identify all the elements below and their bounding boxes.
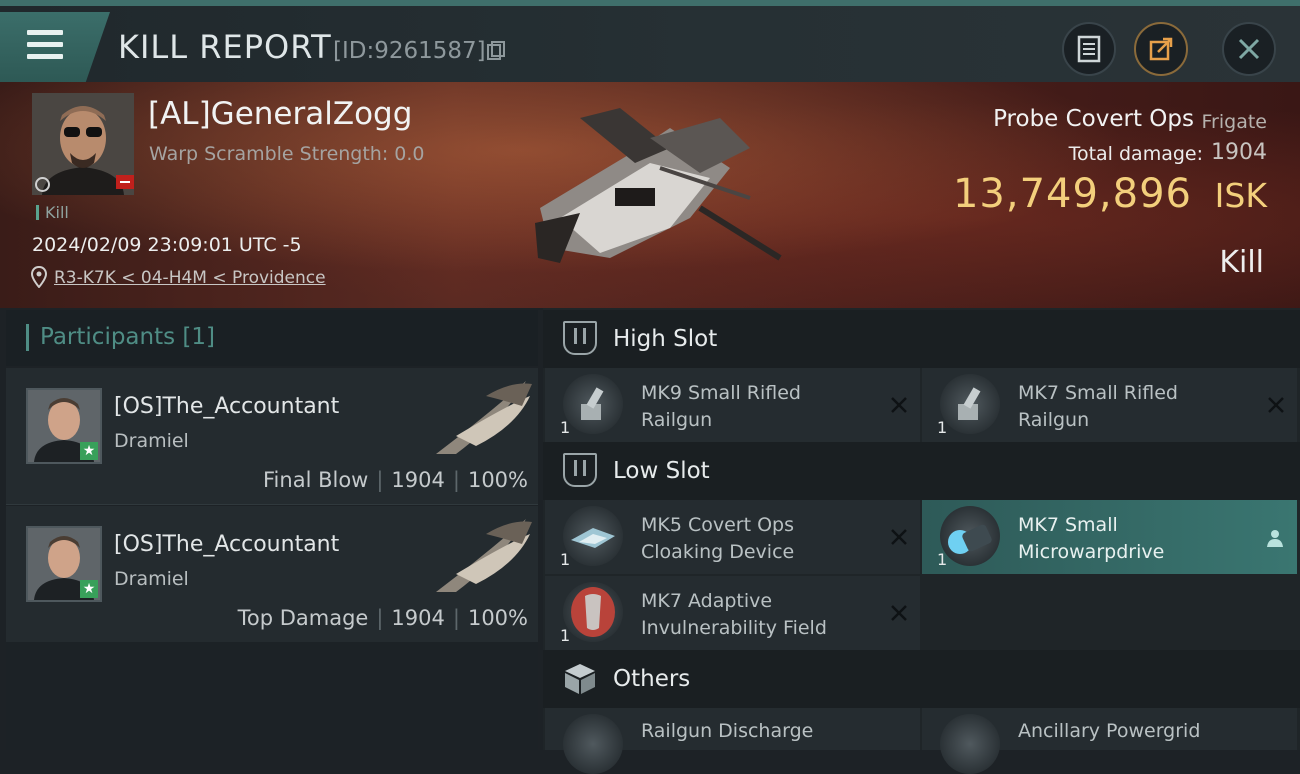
railgun-icon xyxy=(563,374,623,434)
menu-icon-bar xyxy=(27,54,63,59)
participant-percent: 100% xyxy=(467,468,528,492)
cloaking-device-icon xyxy=(563,506,623,566)
module-item[interactable]: 1 MK9 Small Rifled Railgun xyxy=(545,368,920,442)
participants-empty-area xyxy=(6,642,538,750)
participant-card[interactable]: ★ [OS]The_Accountant Dramiel Top Damage |… xyxy=(6,506,538,643)
victim-name[interactable]: [AL]GeneralZogg xyxy=(148,96,412,132)
standing-badge xyxy=(116,175,134,189)
participant-role: Top Damage xyxy=(237,606,369,630)
module-name: MK9 Small Rifled Railgun xyxy=(641,382,801,431)
menu-button[interactable] xyxy=(0,12,110,82)
high-slot-icon xyxy=(563,321,597,355)
module-qty: 1 xyxy=(560,626,571,645)
participants-header[interactable]: Participants [1] xyxy=(6,310,538,366)
others-label: Others xyxy=(613,666,691,692)
close-icon xyxy=(1238,38,1260,60)
total-damage-label: Total damage: xyxy=(1068,143,1203,165)
microwarpdrive-icon xyxy=(940,506,1000,566)
ship-class: Frigate xyxy=(1201,111,1267,133)
location-pin-icon xyxy=(31,266,47,288)
shield-field-icon xyxy=(563,582,623,642)
module-item[interactable]: Ancillary Powergrid xyxy=(922,708,1297,774)
low-slot-header: Low Slot xyxy=(543,442,1300,500)
participant-damage: 1904 xyxy=(391,606,445,630)
destroyed-x-icon xyxy=(891,397,907,413)
low-slot-label: Low Slot xyxy=(613,458,710,484)
participant-ship: Dramiel xyxy=(114,568,189,590)
module-qty: 1 xyxy=(937,418,948,437)
module-item[interactable]: 1 MK7 Small Rifled Railgun xyxy=(922,368,1297,442)
railgun-icon xyxy=(940,374,1000,434)
standing-star-icon: ★ xyxy=(80,442,98,460)
module-name: Ancillary Powergrid xyxy=(1018,720,1201,742)
module-qty: 1 xyxy=(560,418,571,437)
page-title: KILL REPORT xyxy=(118,28,332,66)
destroyed-x-icon xyxy=(891,529,907,545)
others-header: Others xyxy=(543,650,1300,708)
low-slot-icon xyxy=(563,453,597,487)
module-name: Railgun Discharge xyxy=(641,720,814,742)
participant-ship-icon xyxy=(436,381,532,454)
warp-scramble-strength: Warp Scramble Strength: 0.0 xyxy=(149,143,425,165)
module-name: MK7 Small Rifled Railgun xyxy=(1018,382,1178,431)
share-icon xyxy=(1149,37,1173,61)
railgun-discharge-icon xyxy=(563,714,623,774)
participant-stats: Final Blow | 1904 | 100% xyxy=(263,468,528,492)
module-item[interactable]: 1 MK7 Adaptive Invulnerability Field xyxy=(545,576,920,650)
high-slot-label: High Slot xyxy=(613,326,718,352)
ship-render-icon xyxy=(535,108,782,263)
module-item-selected[interactable]: 1 MK7 Small Microwarpdrive xyxy=(922,500,1297,574)
participant-name[interactable]: [OS]The_Accountant xyxy=(114,532,339,557)
person-icon xyxy=(1267,530,1283,547)
participant-name[interactable]: [OS]The_Accountant xyxy=(114,394,339,419)
share-button[interactable] xyxy=(1134,22,1188,76)
destroyed-x-icon xyxy=(891,605,907,621)
menu-icon xyxy=(27,30,63,35)
corp-icon xyxy=(35,177,50,192)
menu-icon-bar xyxy=(27,42,63,47)
cube-icon xyxy=(565,664,595,694)
participant-stats: Top Damage | 1904 | 100% xyxy=(237,606,528,630)
ship-name[interactable]: Probe Covert Ops xyxy=(993,106,1194,132)
module-name: MK7 Small Microwarpdrive xyxy=(1018,514,1165,563)
kill-tag: Kill xyxy=(36,203,69,222)
isk-value: 13,749,896 xyxy=(952,171,1192,217)
clipboard-icon xyxy=(1077,35,1101,63)
participant-role: Final Blow xyxy=(263,468,369,492)
victim-avatar[interactable] xyxy=(32,93,134,195)
standing-star-icon: ★ xyxy=(80,580,98,598)
module-name: MK7 Adaptive Invulnerability Field xyxy=(641,590,827,639)
isk-unit: ISK xyxy=(1214,176,1267,215)
high-slot-header: High Slot xyxy=(543,310,1300,368)
participants-title: Participants [1] xyxy=(40,324,215,350)
participant-ship-icon xyxy=(436,519,532,592)
report-id: [ID:9261587] xyxy=(333,38,486,64)
participant-damage: 1904 xyxy=(391,468,445,492)
module-item[interactable]: Railgun Discharge xyxy=(545,708,920,774)
module-name: MK5 Covert Ops Cloaking Device xyxy=(641,514,795,563)
kill-location-link[interactable]: R3-K7K < 04-H4M < Providence xyxy=(54,268,326,288)
total-damage-value: 1904 xyxy=(1211,140,1267,165)
destroyed-x-icon xyxy=(1268,397,1284,413)
result-label: Kill xyxy=(1219,245,1264,280)
participant-card[interactable]: ★ [OS]The_Accountant Dramiel Final Blow |… xyxy=(6,368,538,505)
participant-avatar[interactable]: ★ xyxy=(26,526,102,602)
kill-datetime: 2024/02/09 23:09:01 UTC -5 xyxy=(32,234,302,256)
participant-percent: 100% xyxy=(467,606,528,630)
module-qty: 1 xyxy=(560,550,571,569)
close-button[interactable] xyxy=(1222,22,1276,76)
copy-icon[interactable] xyxy=(487,41,505,61)
top-bar: KILL REPORT [ID:9261587] xyxy=(0,0,1300,82)
ancillary-powergrid-icon xyxy=(940,714,1000,774)
module-qty: 1 xyxy=(937,550,948,569)
clipboard-button[interactable] xyxy=(1062,22,1116,76)
participant-ship: Dramiel xyxy=(114,430,189,452)
participant-avatar[interactable]: ★ xyxy=(26,388,102,464)
module-item[interactable]: 1 MK5 Covert Ops Cloaking Device xyxy=(545,500,920,574)
